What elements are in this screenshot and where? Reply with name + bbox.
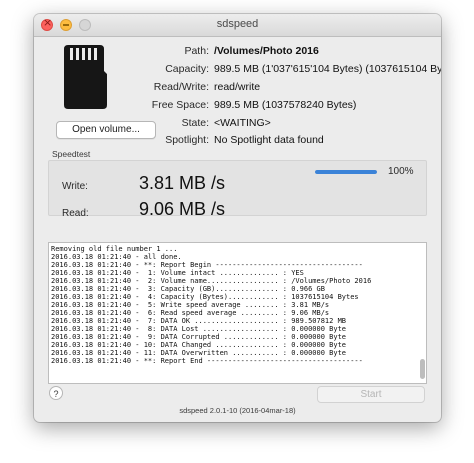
log-line: 2016.03.18 01:21:40 - all done. xyxy=(51,253,182,261)
log-line: 2016.03.18 01:21:40 - 6: Read speed aver… xyxy=(51,309,330,317)
info-label: Read/Write: xyxy=(153,81,209,93)
info-value: <WAITING> xyxy=(214,117,271,129)
log-line: 2016.03.18 01:21:40 - **: Report End ---… xyxy=(51,357,363,365)
info-value: /Volumes/Photo 2016 xyxy=(214,45,319,57)
info-label: Path: xyxy=(184,45,209,57)
start-button[interactable]: Start xyxy=(317,386,425,403)
info-row: State: <WAITING> xyxy=(34,117,441,131)
info-row: Free Space: 989.5 MB (1037578240 Bytes) xyxy=(34,99,441,113)
log-line: 2016.03.18 01:21:40 - 7: DATA OK .......… xyxy=(51,317,347,325)
log-line: Removing old file number 1 ... xyxy=(51,245,178,253)
app-window: sdspeed Open volume... Path:/Volumes/Pho… xyxy=(34,14,441,422)
write-speed-value: 3.81 MB /s xyxy=(139,173,226,193)
version-footer: sdspeed 2.0.1-10 (2016-04mar-18) xyxy=(179,406,296,415)
info-value: read/write xyxy=(214,81,261,93)
title-bar[interactable]: sdspeed xyxy=(34,14,441,37)
info-row: Spotlight: No Spotlight data found xyxy=(34,134,441,148)
write-label: Write: xyxy=(62,181,88,192)
log-output[interactable]: Removing old file number 1 ... 2016.03.18… xyxy=(48,242,427,384)
window-title: sdspeed xyxy=(216,18,259,30)
info-label: State: xyxy=(181,117,209,129)
info-value: No Spotlight data found xyxy=(214,134,324,146)
log-lines: Removing old file number 1 ... 2016.03.18… xyxy=(51,245,413,365)
info-label: Capacity: xyxy=(165,63,209,75)
log-line: 2016.03.18 01:21:40 - **: Report Begin -… xyxy=(51,261,363,269)
log-scrollbar[interactable] xyxy=(420,359,425,379)
log-line: 2016.03.18 01:21:40 - 11: DATA Overwritt… xyxy=(51,349,347,357)
log-line: 2016.03.18 01:21:40 - 3: Capacity (GB)..… xyxy=(51,285,325,293)
progress-bar xyxy=(315,170,377,174)
log-line: 2016.03.18 01:21:40 - 8: DATA Lost .....… xyxy=(51,325,347,333)
speedtest-panel: Write: 3.81 MB /s Read: 9.06 MB /s 100% xyxy=(48,160,427,219)
read-speed-value: 9.06 MB /s xyxy=(139,199,226,219)
read-label: Read: xyxy=(62,208,89,219)
log-line: 2016.03.18 01:21:40 - 4: Capacity (Bytes… xyxy=(51,293,359,301)
progress-bar-fill xyxy=(315,170,377,174)
progress-percent: 100% xyxy=(388,166,414,177)
speedtest-section-label: Speedtest xyxy=(52,149,91,159)
log-line: 2016.03.18 01:21:40 - 5: Write speed ave… xyxy=(51,301,330,309)
log-line: 2016.03.18 01:21:40 - 1: Volume intact .… xyxy=(51,269,304,277)
info-row: Path: /Volumes/Photo 2016 xyxy=(34,45,441,59)
info-label: Free Space: xyxy=(151,99,209,111)
log-line: 2016.03.18 01:21:40 - 10: DATA Changed .… xyxy=(51,341,347,349)
info-label: Spotlight: xyxy=(165,134,209,146)
info-value: 989.5 MB (1037578240 Bytes) xyxy=(214,99,357,111)
info-row: Capacity: 989.5 MB (1'037'615'104 Bytes) … xyxy=(34,63,441,77)
log-line: 2016.03.18 01:21:40 - 9: DATA Corrupted … xyxy=(51,333,347,341)
info-row: Read/Write: read/write xyxy=(34,81,441,95)
info-value: 989.5 MB (1'037'615'104 Bytes) (10376151… xyxy=(214,63,441,75)
log-line: 2016.03.18 01:21:40 - 2: Volume name....… xyxy=(51,277,372,285)
help-button[interactable]: ? xyxy=(49,386,63,400)
